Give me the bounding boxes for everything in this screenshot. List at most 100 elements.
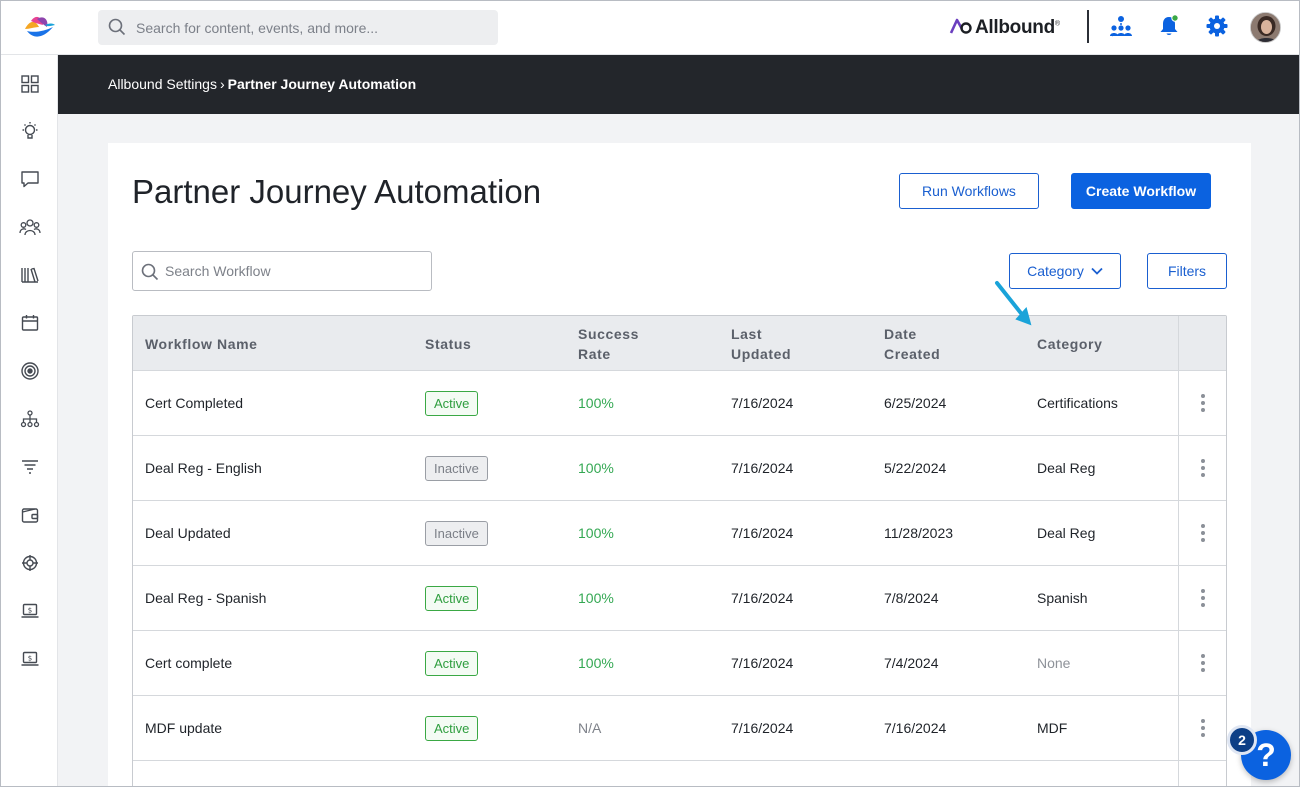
table-row[interactable]: Cert complete Active 100% 7/16/2024 7/4/… [133, 631, 1226, 696]
table-row[interactable]: Cert Completed Active 100% 7/16/2024 6/2… [133, 371, 1226, 436]
kebab-menu-icon [1200, 394, 1205, 412]
status-cell: Active [425, 696, 479, 760]
table-row[interactable]: MDF update Active N/A 7/16/2024 7/16/202… [133, 696, 1226, 761]
last-updated: 7/16/2024 [731, 395, 794, 411]
column-header-actions [1178, 316, 1226, 371]
status-cell: Active [425, 371, 479, 435]
status-badge: Active [425, 585, 479, 611]
last-updated: 7/16/2024 [731, 655, 794, 671]
row-menu-button[interactable] [1178, 501, 1226, 565]
row-menu-button[interactable] [1178, 436, 1226, 500]
column-header-last-updated-line1: Last [731, 326, 763, 342]
workflow-name[interactable]: Cert Completed [145, 371, 243, 435]
header-divider [1087, 10, 1089, 43]
workflow-name[interactable]: Cert complete [145, 631, 232, 695]
workflow-name[interactable]: Deal Reg - Spanish [145, 566, 266, 630]
table-row[interactable]: Deal Reg - Spanish Active 100% 7/16/2024… [133, 566, 1226, 631]
column-header-status[interactable]: Status [425, 323, 471, 365]
app-logo-icon[interactable] [21, 13, 57, 43]
chevron-down-icon [1091, 267, 1103, 275]
dashboard-grid-icon[interactable] [18, 72, 42, 96]
global-search[interactable] [98, 10, 498, 45]
table-header: Workflow Name Status Success Rate Last U… [133, 316, 1226, 371]
library-books-icon[interactable] [18, 263, 42, 287]
app-window: Allbound® [0, 0, 1300, 787]
last-updated: 7/16/2024 [731, 525, 794, 541]
status-cell: Inactive [425, 436, 488, 500]
column-header-date-created-line2: Created [884, 346, 941, 362]
status-cell: ​Inactive [425, 761, 488, 786]
category: Certifications [1037, 395, 1118, 411]
date-created: 11/28/2023 [884, 525, 954, 541]
kebab-menu-icon [1200, 719, 1205, 737]
community-group-icon[interactable] [18, 215, 42, 239]
integrations-icon[interactable] [18, 551, 42, 575]
success-rate: 100% [578, 460, 614, 476]
success-rate: 100% [578, 590, 614, 606]
notification-bell-icon[interactable] [1156, 13, 1182, 39]
date-created: 7/16/2024 [884, 720, 947, 736]
chat-bubble-icon[interactable] [18, 167, 42, 191]
workflow-name[interactable]: Deal Reg - English [145, 436, 262, 500]
kebab-menu-icon [1200, 459, 1205, 477]
calendar-icon[interactable] [18, 311, 42, 335]
category: None [1037, 655, 1071, 671]
workflow-name[interactable]: Deal Updated [145, 501, 231, 565]
content-card: Partner Journey Automation Run Workflows… [108, 143, 1251, 786]
row-menu-button[interactable] [1178, 566, 1226, 630]
settings-gear-icon[interactable] [1204, 13, 1230, 39]
lightbulb-icon[interactable] [18, 119, 42, 143]
category: MDF [1037, 720, 1068, 736]
last-updated: 7/16/2024 [731, 720, 794, 736]
last-updated: 7/16/2024 [731, 590, 794, 606]
column-header-workflow-name[interactable]: Workflow Name [145, 323, 258, 365]
breadcrumb-settings-link[interactable]: Allbound Settings [108, 76, 217, 92]
date-created: 6/25/2024 [884, 395, 947, 411]
workflow-search-input[interactable] [165, 252, 425, 290]
date-created: 7/4/2024 [884, 655, 939, 671]
column-header-success-rate[interactable]: Success Rate [578, 323, 639, 365]
org-chart-icon[interactable] [1108, 13, 1134, 39]
column-header-date-created[interactable]: Date Created [884, 323, 940, 365]
row-menu-button[interactable] [1178, 371, 1226, 435]
workflow-name[interactable]: MDF update [145, 696, 222, 760]
brand-name: Allbound® [975, 17, 1060, 38]
date-created: 5/22/2024 [884, 460, 947, 476]
column-header-last-updated-line2: Updated [731, 346, 792, 362]
table-row[interactable]: ​Inactive [133, 761, 1226, 786]
funnel-filter-icon[interactable] [18, 455, 42, 479]
row-menu-button[interactable] [1178, 761, 1226, 786]
wallet-icon[interactable] [18, 503, 42, 527]
create-workflow-button[interactable]: Create Workflow [1071, 173, 1211, 209]
status-badge: Active [425, 715, 479, 741]
hierarchy-icon[interactable] [18, 407, 42, 431]
filters-button[interactable]: Filters [1147, 253, 1227, 289]
status-badge: Active [425, 650, 479, 676]
row-menu-button[interactable] [1178, 696, 1226, 760]
success-rate: 100% [578, 525, 614, 541]
left-sidebar: $ $ [1, 55, 58, 786]
workflow-table: Workflow Name Status Success Rate Last U… [132, 315, 1227, 786]
row-menu-button[interactable] [1178, 631, 1226, 695]
success-rate: 100% [578, 655, 614, 671]
annotation-arrow-icon [995, 281, 1032, 326]
status-badge: Inactive [425, 455, 488, 481]
category: Deal Reg [1037, 525, 1096, 541]
target-icon[interactable] [18, 359, 42, 383]
payments-laptop-icon[interactable]: $ [18, 647, 42, 671]
top-bar: Allbound® [1, 1, 1299, 55]
global-search-input[interactable] [136, 10, 491, 45]
user-avatar[interactable] [1250, 12, 1281, 43]
column-header-date-created-line1: Date [884, 326, 917, 342]
breadcrumb-separator: › [219, 76, 225, 92]
billing-laptop-icon[interactable]: $ [18, 599, 42, 623]
run-workflows-button[interactable]: Run Workflows [899, 173, 1039, 209]
workflow-search[interactable] [132, 251, 432, 291]
column-header-category[interactable]: Category [1037, 323, 1102, 365]
search-icon [141, 263, 159, 281]
column-header-last-updated[interactable]: Last Updated [731, 323, 791, 365]
table-row[interactable]: Deal Reg - English Inactive 100% 7/16/20… [133, 436, 1226, 501]
success-rate: N/A [578, 720, 602, 736]
breadcrumb-current: Partner Journey Automation [227, 76, 417, 92]
table-row[interactable]: Deal Updated Inactive 100% 7/16/2024 11/… [133, 501, 1226, 566]
